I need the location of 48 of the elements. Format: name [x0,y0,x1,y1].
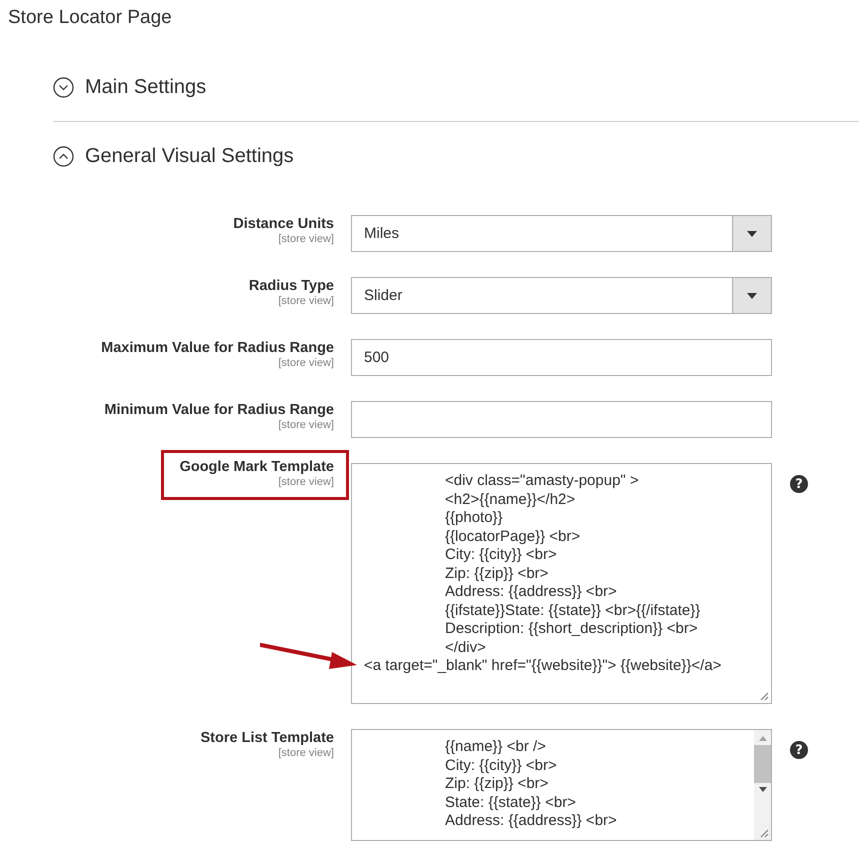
resize-handle-icon[interactable] [760,829,769,838]
code-line: Address: {{address}} <br> [444,812,618,830]
text-field[interactable]: 500 [351,339,772,376]
code-line: {{name}} <br /> [444,738,547,756]
code-line: {{locatorPage}} <br> [444,528,582,546]
code-line: <h2>{{name}}</h2> [444,490,576,509]
code-line: Zip: {{zip}} <br> [444,564,550,583]
scope-label: [store view] [278,419,334,432]
page-title: Store Locator Page [7,6,173,29]
code-line: Zip: {{zip}} <br> [444,775,550,794]
field-label: Store List Template [200,729,334,747]
code-line: City: {{city}} <br> [444,756,558,775]
code-line: {{ifstate}}State: {{state}} <br>{{/ifstate}} [444,602,702,620]
scroll-down-icon [758,787,766,792]
code-line: Description: {{short_description}} <br> [444,620,699,638]
help-icon[interactable]: ? [790,741,808,759]
code-line: <a target="_blank" href="{{website}}"> {{website}}</a> [364,657,722,676]
scope-label: [store view] [278,476,334,489]
field-label: Maximum Value for Radius Range [101,339,334,357]
dropdown-arrow-icon [747,230,757,236]
code-line: <div class="amasty-popup" > [444,472,640,490]
scope-label: [store view] [278,747,334,760]
scope-label: [store view] [278,295,334,308]
resize-handle-icon[interactable] [760,692,769,701]
dropdown-arrow-icon [747,292,757,298]
template-field[interactable]: {{name}} <br /> City: {{city}} <br> Zip: {{zip}} <br> State: {{state}} <br> Address: {{address}} <br> [351,729,772,841]
section-header[interactable]: General Visual Settings [53,145,294,168]
code-line: City: {{city}} <br> [444,546,558,564]
section-header[interactable]: Main Settings [53,76,206,99]
field-label: Radius Type [248,277,334,295]
code-line: </div> [444,638,487,657]
text-field[interactable] [351,401,772,438]
field-label: Minimum Value for Radius Range [104,401,334,419]
template-field[interactable] [351,463,772,704]
scope-label: [store view] [278,357,334,370]
code-line: Address: {{address}} <br> [444,583,618,602]
expand-icon [53,77,74,98]
scope-label: [store view] [278,233,334,246]
scroll-up-icon [758,736,766,741]
select-field[interactable]: Slider [351,277,772,314]
code-line: State: {{state}} <br> [444,794,577,812]
help-icon[interactable]: ? [790,475,808,493]
field-label: Distance Units [233,215,334,233]
field-label: Google Mark Template [180,458,334,476]
collapse-icon [53,146,74,167]
select-field[interactable]: Miles [351,215,772,252]
scrollbar[interactable] [754,730,771,840]
code-line: {{photo}} [444,509,504,528]
